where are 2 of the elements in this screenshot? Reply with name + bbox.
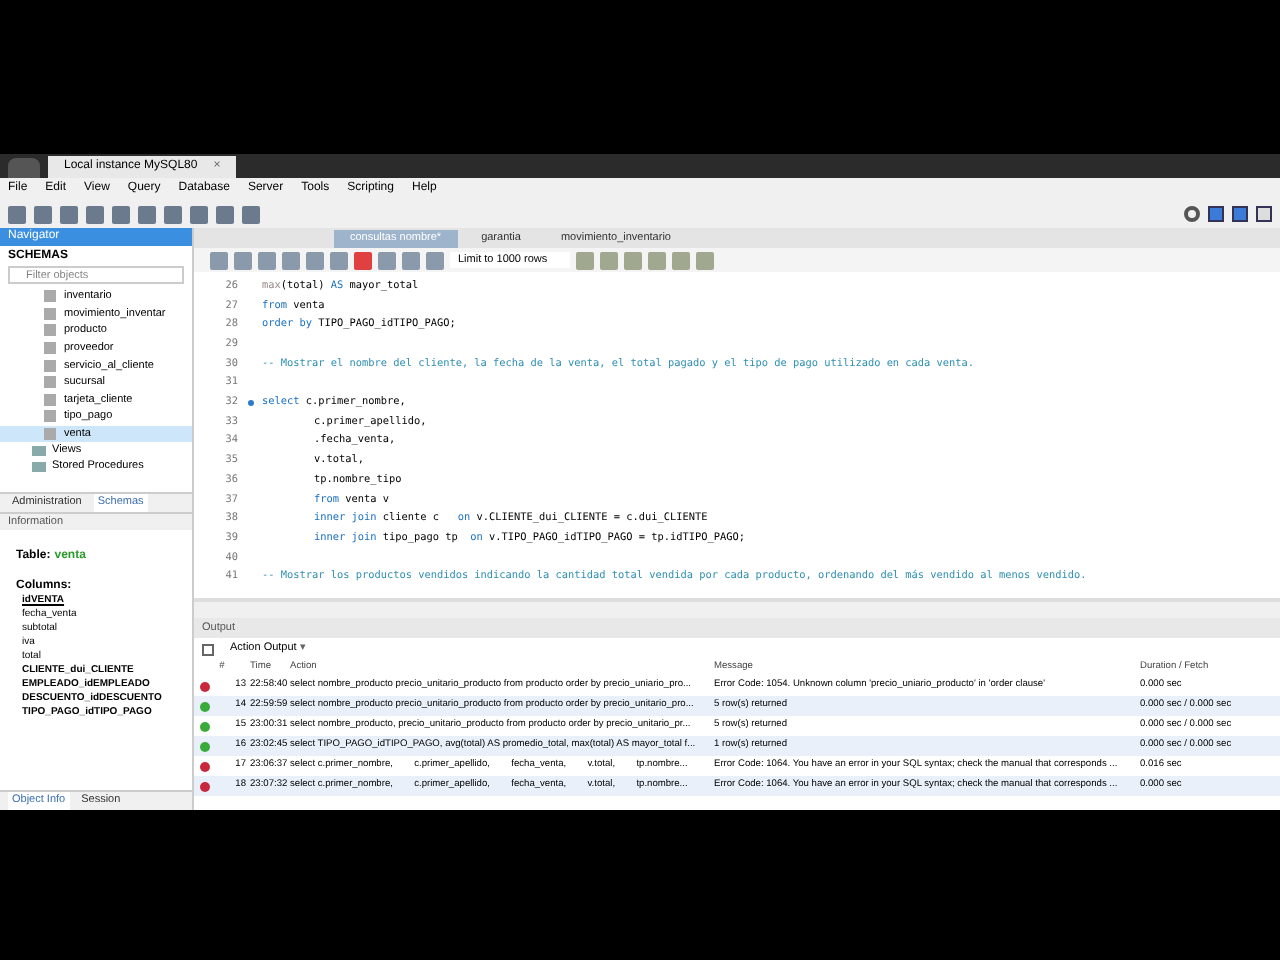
settings-icon[interactable] [1184,206,1200,222]
copy-icon[interactable] [202,643,214,655]
